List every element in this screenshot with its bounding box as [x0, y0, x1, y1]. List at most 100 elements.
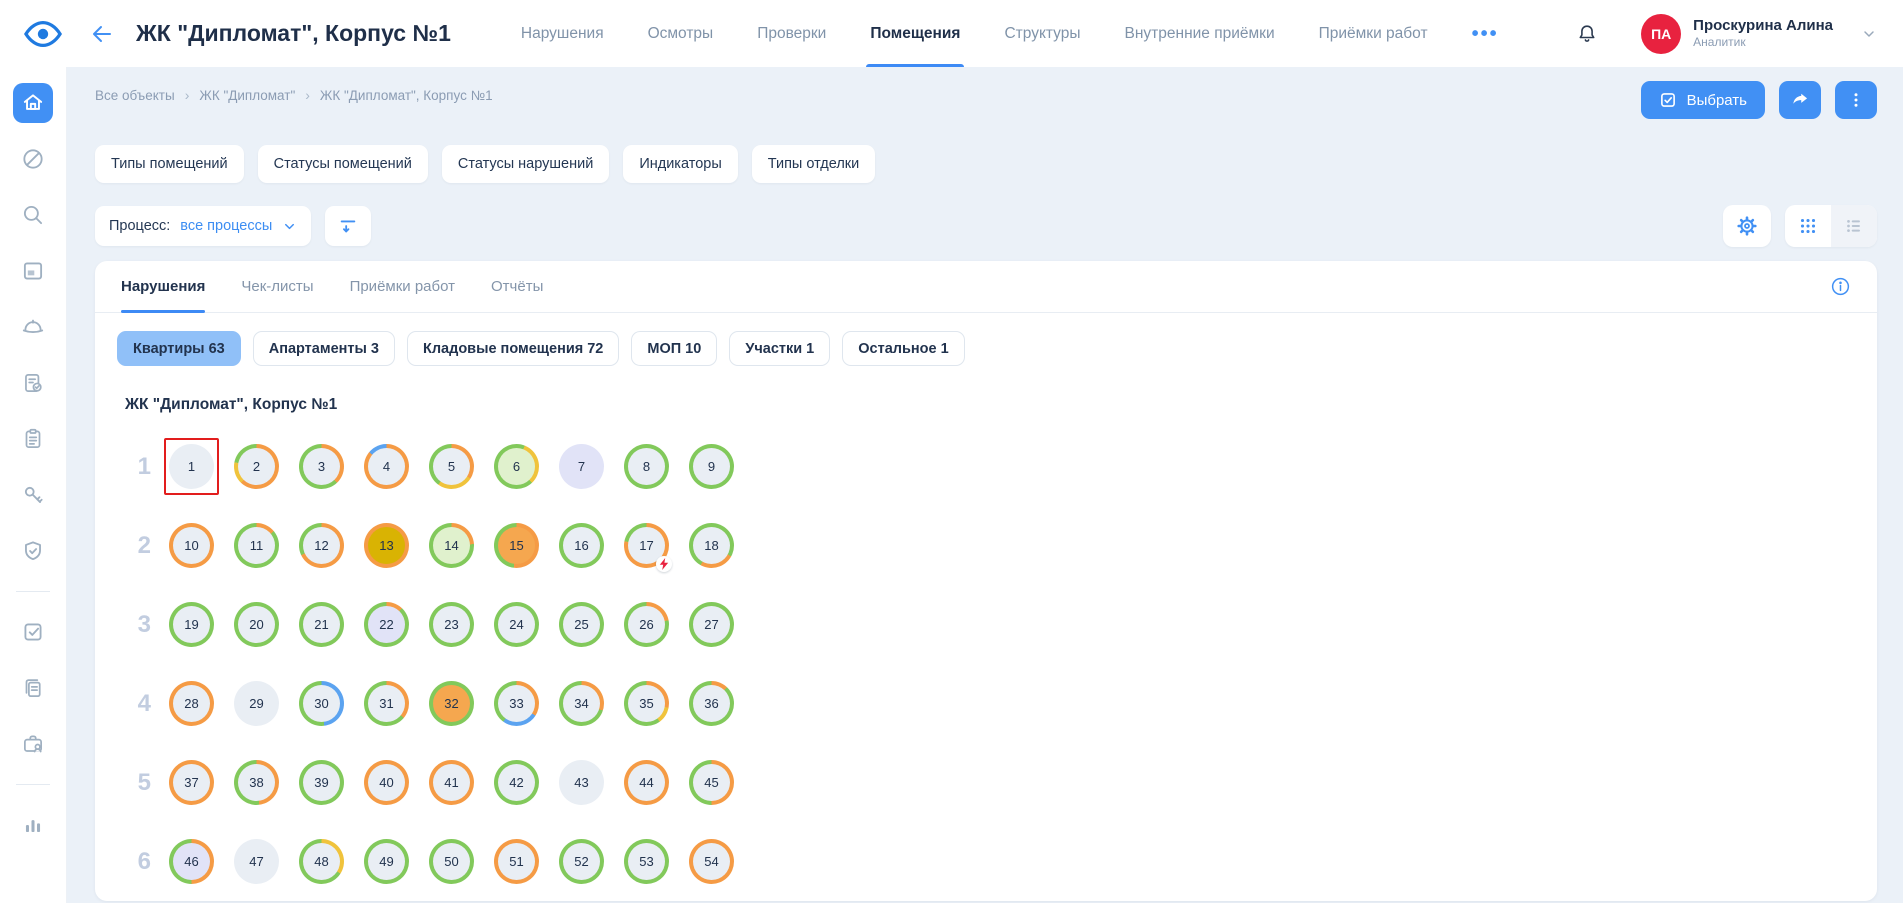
unit-circle[interactable]: 33	[494, 681, 539, 726]
unit-circle[interactable]: 44	[624, 760, 669, 805]
category-chip[interactable]: Участки 1	[729, 331, 830, 366]
nav-item[interactable]: Проверки	[757, 0, 826, 67]
unit-circle[interactable]: 2	[234, 444, 279, 489]
breadcrumb-item[interactable]: ЖК "Дипломат"	[199, 88, 295, 103]
unit-circle[interactable]: 31	[364, 681, 409, 726]
select-button[interactable]: Выбрать	[1641, 81, 1765, 119]
unit-circle[interactable]: 4	[364, 444, 409, 489]
info-button[interactable]	[1830, 276, 1851, 297]
unit-circle[interactable]: 54	[689, 839, 734, 884]
unit-circle[interactable]: 24	[494, 602, 539, 647]
sidebar-item-bar-chart[interactable]	[13, 805, 53, 845]
unit-circle[interactable]: 41	[429, 760, 474, 805]
sidebar-item-key[interactable]	[13, 475, 53, 515]
nav-item[interactable]: Осмотры	[648, 0, 714, 67]
unit-circle[interactable]: 5	[429, 444, 474, 489]
sidebar-item-clipboard-check[interactable]	[13, 363, 53, 403]
sort-button[interactable]	[325, 206, 371, 246]
unit-circle[interactable]: 19	[169, 602, 214, 647]
unit-circle[interactable]: 48	[299, 839, 344, 884]
nav-item[interactable]: Помещения	[870, 0, 960, 67]
unit-circle[interactable]: 6	[494, 444, 539, 489]
process-dropdown[interactable]: Процесс: все процессы	[95, 206, 311, 246]
unit-circle[interactable]: 11	[234, 523, 279, 568]
filter-chip[interactable]: Индикаторы	[623, 145, 737, 183]
sidebar-item-briefcase-user[interactable]	[13, 724, 53, 764]
unit-circle[interactable]: 49	[364, 839, 409, 884]
unit-circle[interactable]: 20	[234, 602, 279, 647]
nav-more-button[interactable]: •••	[1472, 29, 1499, 39]
tab[interactable]: Отчёты	[491, 261, 543, 312]
back-button[interactable]	[90, 22, 114, 46]
unit-circle[interactable]: 29	[234, 681, 279, 726]
tab[interactable]: Нарушения	[121, 261, 205, 312]
unit-circle[interactable]: 16	[559, 523, 604, 568]
nav-item[interactable]: Нарушения	[521, 0, 604, 67]
unit-circle[interactable]: 35	[624, 681, 669, 726]
unit-circle[interactable]: 15	[494, 523, 539, 568]
unit-circle[interactable]: 18	[689, 523, 734, 568]
unit-circle[interactable]: 40	[364, 760, 409, 805]
settings-button[interactable]	[1723, 205, 1771, 247]
unit-circle[interactable]: 3	[299, 444, 344, 489]
nav-item[interactable]: Внутренние приёмки	[1125, 0, 1275, 67]
category-chip[interactable]: Остальное 1	[842, 331, 964, 366]
unit-circle[interactable]: 1	[169, 444, 214, 489]
unit-circle[interactable]: 10	[169, 523, 214, 568]
filter-chip[interactable]: Типы помещений	[95, 145, 244, 183]
category-chip[interactable]: Апартаменты 3	[253, 331, 395, 366]
sidebar-item-card[interactable]	[13, 251, 53, 291]
unit-circle[interactable]: 39	[299, 760, 344, 805]
grid-view-button[interactable]	[1785, 205, 1831, 247]
sidebar-item-hardhat[interactable]	[13, 307, 53, 347]
unit-circle[interactable]: 43	[559, 760, 604, 805]
filter-chip[interactable]: Типы отделки	[752, 145, 875, 183]
unit-circle[interactable]: 45	[689, 760, 734, 805]
unit-circle[interactable]: 26	[624, 602, 669, 647]
unit-circle[interactable]: 32	[429, 681, 474, 726]
sidebar-item-no-entry[interactable]	[13, 139, 53, 179]
category-chip[interactable]: МОП 10	[631, 331, 717, 366]
filter-chip[interactable]: Статусы помещений	[258, 145, 428, 183]
more-menu-button[interactable]	[1835, 81, 1877, 119]
sidebar-item-search[interactable]	[13, 195, 53, 235]
unit-circle[interactable]: 22	[364, 602, 409, 647]
breadcrumb-item[interactable]: ЖК "Дипломат", Корпус №1	[320, 88, 493, 103]
chevron-down-icon[interactable]	[1861, 26, 1877, 42]
unit-circle[interactable]: 53	[624, 839, 669, 884]
sidebar-item-home[interactable]	[13, 83, 53, 123]
unit-circle[interactable]: 34	[559, 681, 604, 726]
unit-circle[interactable]: 13	[364, 523, 409, 568]
sidebar-item-checkbox[interactable]	[13, 612, 53, 652]
filter-chip[interactable]: Статусы нарушений	[442, 145, 609, 183]
tab[interactable]: Приёмки работ	[350, 261, 455, 312]
share-button[interactable]	[1779, 81, 1821, 119]
tab[interactable]: Чек-листы	[241, 261, 313, 312]
list-view-button[interactable]	[1831, 205, 1877, 247]
avatar[interactable]: ПА	[1641, 14, 1681, 54]
sidebar-item-shield-check[interactable]	[13, 531, 53, 571]
unit-circle[interactable]: 38	[234, 760, 279, 805]
unit-circle[interactable]: 21	[299, 602, 344, 647]
unit-circle[interactable]: 50	[429, 839, 474, 884]
sidebar-item-documents[interactable]	[13, 668, 53, 708]
unit-circle[interactable]: 25	[559, 602, 604, 647]
unit-circle[interactable]: 17	[624, 523, 669, 568]
category-chip[interactable]: Кладовые помещения 72	[407, 331, 619, 366]
unit-circle[interactable]: 12	[299, 523, 344, 568]
nav-item[interactable]: Приёмки работ	[1319, 0, 1428, 67]
unit-circle[interactable]: 37	[169, 760, 214, 805]
unit-circle[interactable]: 52	[559, 839, 604, 884]
unit-circle[interactable]: 14	[429, 523, 474, 568]
unit-circle[interactable]: 51	[494, 839, 539, 884]
unit-circle[interactable]: 28	[169, 681, 214, 726]
unit-circle[interactable]: 7	[559, 444, 604, 489]
nav-item[interactable]: Структуры	[1004, 0, 1080, 67]
unit-circle[interactable]: 30	[299, 681, 344, 726]
unit-circle[interactable]: 27	[689, 602, 734, 647]
unit-circle[interactable]: 8	[624, 444, 669, 489]
breadcrumb-item[interactable]: Все объекты	[95, 88, 175, 103]
category-chip[interactable]: Квартиры 63	[117, 331, 241, 366]
unit-circle[interactable]: 47	[234, 839, 279, 884]
notifications-bell-icon[interactable]	[1575, 22, 1599, 46]
